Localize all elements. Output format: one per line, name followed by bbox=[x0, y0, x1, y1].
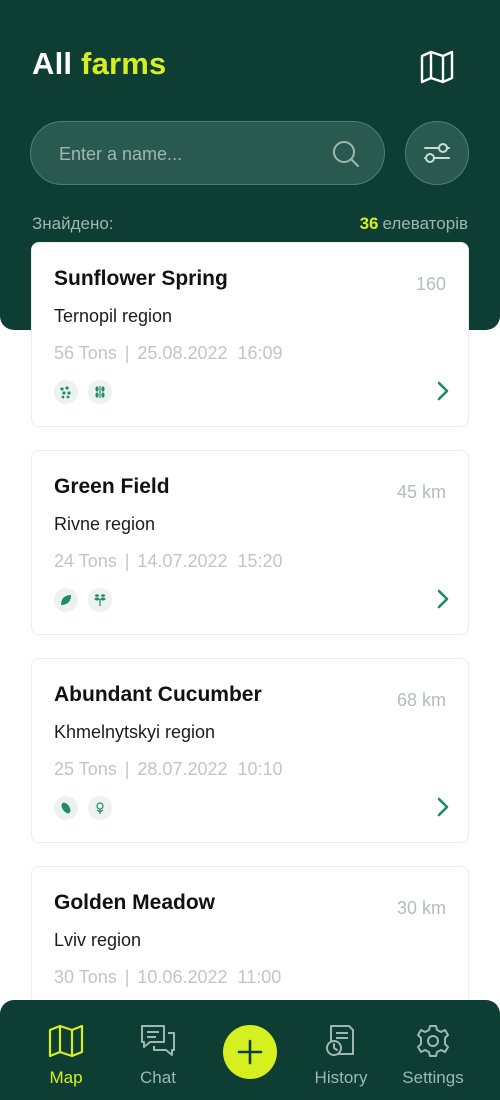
farm-meta: 30 Tons | 10.06.2022 11:00 bbox=[54, 967, 281, 988]
farm-time: 10:10 bbox=[237, 759, 283, 779]
search-input[interactable] bbox=[59, 122, 339, 186]
crop-icons bbox=[54, 588, 112, 612]
gear-icon bbox=[417, 1025, 449, 1057]
nav-history[interactable]: History bbox=[296, 1024, 386, 1088]
farm-name: Green Field bbox=[54, 475, 170, 498]
farm-date: 10.06.2022 bbox=[137, 967, 228, 987]
farm-meta: 56 Tons | 25.08.2022 16:09 bbox=[54, 343, 283, 364]
found-count: 36 елеваторів bbox=[360, 214, 468, 234]
plus-icon bbox=[237, 1039, 263, 1065]
search-bar bbox=[30, 121, 385, 186]
bottom-nav: Map Chat History Settings bbox=[0, 1000, 500, 1100]
meta-separator: | bbox=[124, 759, 130, 779]
map-view-button[interactable] bbox=[414, 44, 460, 90]
chevron-right-icon[interactable] bbox=[436, 380, 450, 402]
title-farms: farms bbox=[81, 46, 167, 81]
leaf-icon bbox=[54, 588, 78, 612]
flower-icon bbox=[88, 796, 112, 820]
farm-distance: 160 bbox=[415, 274, 446, 294]
nav-history-label: History bbox=[314, 1068, 368, 1087]
filter-button[interactable] bbox=[405, 121, 469, 185]
history-icon bbox=[326, 1025, 354, 1056]
chevron-right-icon[interactable] bbox=[436, 796, 450, 818]
crop-icons bbox=[54, 380, 112, 404]
found-count-suffix: елеваторів bbox=[382, 214, 469, 233]
meta-separator: | bbox=[124, 551, 130, 571]
farm-card[interactable]: Sunflower Spring 160 Ternopil region 56 … bbox=[31, 242, 469, 427]
page-title: All farms bbox=[32, 46, 166, 82]
nav-map[interactable]: Map bbox=[21, 1024, 111, 1088]
farm-date: 25.08.2022 bbox=[137, 343, 228, 363]
farm-tons: 56 Tons bbox=[54, 343, 117, 363]
farm-distance: 45 km bbox=[396, 482, 446, 502]
found-count-number: 36 bbox=[359, 214, 379, 233]
farm-region: Khmelnytskyi region bbox=[54, 722, 216, 742]
farm-date: 14.07.2022 bbox=[137, 551, 228, 571]
nav-settings[interactable]: Settings bbox=[388, 1024, 478, 1088]
farm-time: 15:20 bbox=[237, 551, 283, 571]
farm-region: Ternopil region bbox=[54, 306, 173, 326]
farm-region: Lviv region bbox=[54, 930, 142, 950]
map-icon bbox=[48, 1024, 84, 1058]
farm-date: 28.07.2022 bbox=[137, 759, 228, 779]
farm-tons: 24 Tons bbox=[54, 551, 117, 571]
add-button[interactable] bbox=[223, 1025, 277, 1079]
title-all: All bbox=[32, 46, 73, 81]
chevron-right-icon[interactable] bbox=[436, 588, 450, 610]
seeds-icon bbox=[54, 380, 78, 404]
chat-icon bbox=[141, 1025, 175, 1056]
farm-meta: 24 Tons | 14.07.2022 15:20 bbox=[54, 551, 283, 572]
nav-map-label: Map bbox=[49, 1068, 83, 1087]
herb-icon bbox=[88, 588, 112, 612]
meta-separator: | bbox=[124, 343, 130, 363]
farm-name: Golden Meadow bbox=[54, 891, 216, 914]
wheat-icon bbox=[88, 380, 112, 404]
nav-chat-label: Chat bbox=[140, 1068, 176, 1087]
farm-distance: 68 km bbox=[396, 690, 446, 710]
filter-icon bbox=[424, 143, 450, 163]
farm-tons: 30 Tons bbox=[54, 967, 117, 987]
crop-icons bbox=[54, 796, 112, 820]
nav-settings-label: Settings bbox=[402, 1068, 464, 1087]
farm-time: 11:00 bbox=[237, 967, 282, 987]
farm-meta: 25 Tons | 28.07.2022 10:10 bbox=[54, 759, 283, 780]
farm-card[interactable]: Abundant Cucumber 68 km Khmelnytskyi reg… bbox=[31, 658, 469, 843]
farm-name: Sunflower Spring bbox=[54, 267, 228, 290]
farm-tons: 25 Tons bbox=[54, 759, 117, 779]
found-label: Знайдено: bbox=[32, 214, 114, 233]
farm-name: Abundant Cucumber bbox=[54, 683, 262, 706]
farm-time: 16:09 bbox=[237, 343, 283, 363]
farm-region: Rivne region bbox=[54, 514, 156, 534]
farm-card[interactable]: Green Field 45 km Rivne region 24 Tons | 1… bbox=[31, 450, 469, 635]
search-icon[interactable] bbox=[332, 140, 360, 168]
farm-distance: 30 km bbox=[396, 898, 446, 918]
meta-separator: | bbox=[124, 967, 130, 987]
map-icon bbox=[420, 50, 454, 84]
nav-chat[interactable]: Chat bbox=[113, 1024, 203, 1088]
cucumber-icon bbox=[54, 796, 78, 820]
